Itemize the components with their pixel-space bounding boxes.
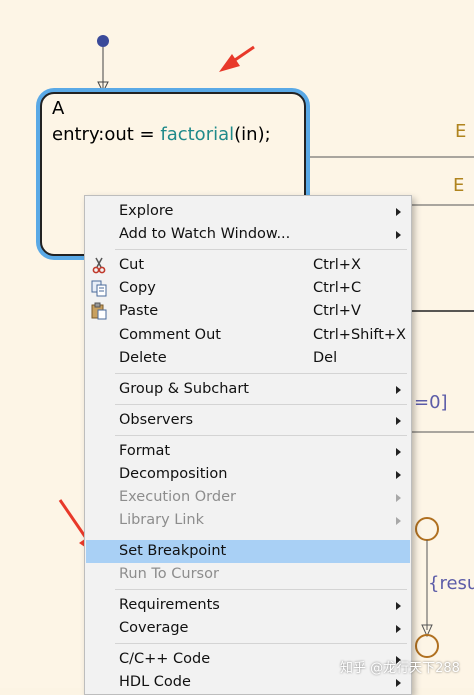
- submenu-arrow-icon: [396, 471, 401, 479]
- menu-item-shortcut: Ctrl+Shift+X: [313, 327, 406, 343]
- condition-label[interactable]: =0]: [414, 392, 448, 413]
- result-label[interactable]: {resu: [428, 573, 474, 594]
- junction-top: [415, 517, 439, 541]
- state-name: A: [52, 98, 65, 119]
- menu-item-label: Set Breakpoint: [119, 543, 227, 559]
- transition-label-top[interactable]: E: [455, 121, 466, 142]
- menu-item-cut[interactable]: Cut Ctrl+X: [86, 254, 410, 277]
- menu-item-library-link[interactable]: Library Link: [86, 509, 410, 532]
- entry-action-suffix: (in);: [234, 124, 271, 145]
- menu-item-label: Run To Cursor: [119, 566, 219, 582]
- menu-item-label: Delete: [119, 350, 167, 366]
- menu-item-label: Paste: [119, 303, 159, 319]
- paste-icon: [91, 302, 107, 320]
- submenu-arrow-icon: [396, 417, 401, 425]
- menu-item-label: Format: [119, 443, 171, 459]
- submenu-arrow-icon: [396, 494, 401, 502]
- menu-item-label: Decomposition: [119, 466, 228, 482]
- menu-item-set-breakpoint[interactable]: Set Breakpoint: [86, 540, 410, 563]
- menu-item-label: Observers: [119, 412, 194, 428]
- menu-item-decomposition[interactable]: Decomposition: [86, 463, 410, 486]
- annotation-arrow-top-head: [219, 54, 240, 72]
- submenu-arrow-icon: [396, 625, 401, 633]
- entry-action-prefix: entry:out =: [52, 124, 161, 145]
- submenu-arrow-icon: [396, 679, 401, 687]
- menu-item-shortcut: Ctrl+V: [313, 303, 361, 319]
- watermark: 知乎 @龙行天下288: [340, 661, 460, 676]
- context-menu[interactable]: Explore Add to Watch Window... Cut Ctrl+…: [84, 195, 412, 695]
- entry-action-function: factorial: [160, 124, 235, 145]
- submenu-arrow-icon: [396, 231, 401, 239]
- scissors-icon: [92, 257, 106, 274]
- menu-item-label: Group & Subchart: [119, 381, 249, 397]
- menu-item-requirements[interactable]: Requirements: [86, 594, 410, 617]
- menu-item-coverage[interactable]: Coverage: [86, 617, 410, 640]
- menu-separator: [115, 404, 407, 405]
- menu-item-paste[interactable]: Paste Ctrl+V: [86, 300, 410, 323]
- annotation-arrow-breakpoint-shaft: [58, 499, 88, 539]
- menu-separator: [115, 643, 407, 644]
- submenu-arrow-icon: [396, 602, 401, 610]
- menu-item-add-to-watch-window[interactable]: Add to Watch Window...: [86, 223, 410, 246]
- menu-item-shortcut: Ctrl+X: [313, 257, 361, 273]
- copy-icon: [91, 280, 107, 297]
- junction-bottom: [415, 634, 439, 658]
- submenu-arrow-icon: [396, 517, 401, 525]
- menu-separator: [115, 249, 407, 250]
- menu-item-execution-order[interactable]: Execution Order: [86, 486, 410, 509]
- menu-item-label: Add to Watch Window...: [119, 226, 291, 242]
- submenu-arrow-icon: [396, 448, 401, 456]
- state-entry-action: entry:out = factorial(in);: [52, 124, 271, 145]
- menu-item-comment-out[interactable]: Comment Out Ctrl+Shift+X: [86, 324, 410, 347]
- default-transition-dot: [97, 35, 109, 47]
- menu-item-group-subchart[interactable]: Group & Subchart: [86, 378, 410, 401]
- menu-item-label: Execution Order: [119, 489, 236, 505]
- menu-item-copy[interactable]: Copy Ctrl+C: [86, 277, 410, 300]
- submenu-arrow-icon: [396, 386, 401, 394]
- menu-item-delete[interactable]: Delete Del: [86, 347, 410, 370]
- menu-item-label: Coverage: [119, 620, 189, 636]
- menu-separator: [115, 589, 407, 590]
- submenu-arrow-icon: [396, 208, 401, 216]
- menu-separator: [115, 435, 407, 436]
- transition-label-second[interactable]: E: [453, 175, 464, 196]
- menu-item-run-to-cursor[interactable]: Run To Cursor: [86, 563, 410, 586]
- menu-item-format[interactable]: Format: [86, 440, 410, 463]
- menu-item-shortcut: Del: [313, 350, 338, 366]
- menu-item-label: Comment Out: [119, 327, 221, 343]
- menu-item-shortcut: Ctrl+C: [313, 280, 362, 296]
- menu-item-label: Library Link: [119, 512, 205, 528]
- menu-item-explore[interactable]: Explore: [86, 200, 410, 223]
- menu-item-label: Copy: [119, 280, 156, 296]
- menu-item-label: C/C++ Code: [119, 651, 211, 667]
- menu-item-observers[interactable]: Observers: [86, 409, 410, 432]
- menu-item-label: Explore: [119, 203, 174, 219]
- menu-item-label: Cut: [119, 257, 144, 273]
- menu-item-label: Requirements: [119, 597, 220, 613]
- menu-separator: [115, 373, 407, 374]
